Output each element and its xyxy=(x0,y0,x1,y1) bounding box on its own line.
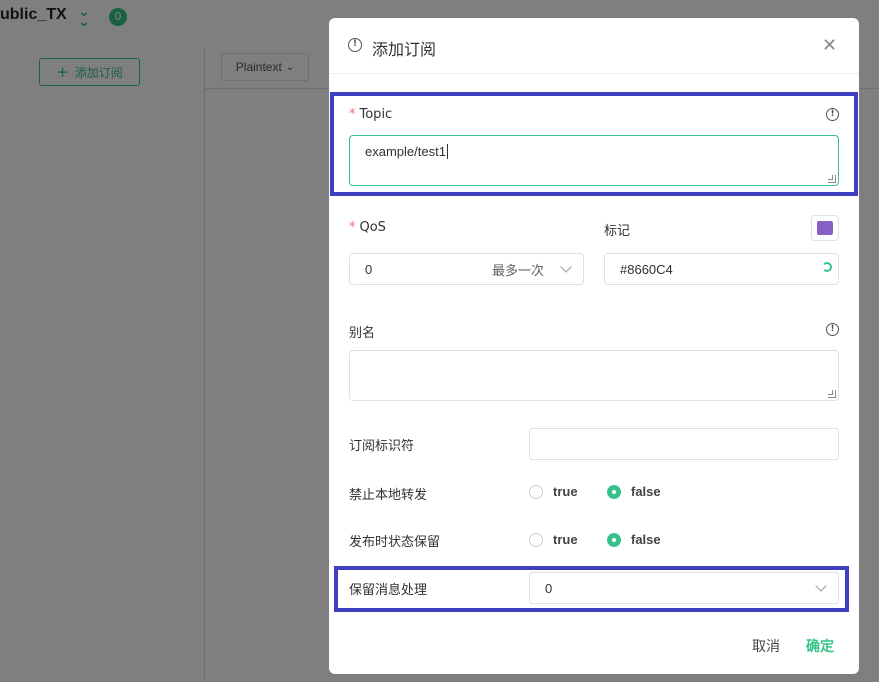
radio-button[interactable] xyxy=(529,484,543,499)
mark-color-input[interactable]: #8660C4 xyxy=(604,253,839,285)
retain-handling-select[interactable]: 0 xyxy=(529,572,839,604)
topic-info-icon[interactable]: ! xyxy=(826,108,839,121)
subscription-identifier-input[interactable] xyxy=(529,428,839,460)
color-picker[interactable] xyxy=(811,215,839,241)
retain-handling-label: 保留消息处理 xyxy=(349,583,428,598)
alias-label: 别名 xyxy=(349,326,376,341)
topic-input[interactable]: example/test1 xyxy=(349,135,839,186)
radio-button-selected[interactable] xyxy=(607,532,621,547)
required-asterisk: * xyxy=(349,220,356,235)
dialog-title: 添加订阅 xyxy=(372,40,437,59)
required-asterisk: * xyxy=(349,107,356,122)
qos-select[interactable]: 0 xyxy=(349,253,584,285)
qos-option-label: 最多一次 xyxy=(492,264,545,279)
dialog-header: ! 添加订阅 ✕ xyxy=(329,18,859,74)
close-icon[interactable]: ✕ xyxy=(822,35,837,56)
radio-button[interactable] xyxy=(529,532,543,547)
watermark: CSDN @时光の尘 xyxy=(745,658,859,674)
no-local-true-radio[interactable]: true xyxy=(529,484,578,499)
add-subscription-dialog: ! 添加订阅 ✕ * Topic ! example/test1 * QoS 0 最… xyxy=(329,18,859,674)
radio-button-selected[interactable] xyxy=(607,484,621,499)
radio-label: false xyxy=(631,484,661,499)
no-local-false-radio[interactable]: false xyxy=(607,484,661,499)
topic-label: * Topic xyxy=(349,107,392,122)
alias-info-icon[interactable]: ! xyxy=(826,323,839,336)
color-swatch xyxy=(817,221,833,235)
cancel-button[interactable]: 取消 xyxy=(752,636,780,656)
qos-value: 0 xyxy=(365,261,373,277)
radio-label: true xyxy=(553,532,578,547)
refresh-icon[interactable] xyxy=(822,262,832,272)
confirm-button[interactable]: 确定 xyxy=(806,636,834,656)
retain-handling-value: 0 xyxy=(545,580,553,596)
retain-as-published-false-radio[interactable]: false xyxy=(607,532,661,547)
resize-handle[interactable] xyxy=(828,175,836,183)
mark-label: 标记 xyxy=(604,224,631,239)
qos-label-text: QoS xyxy=(359,220,386,235)
subscription-identifier-label: 订阅标识符 xyxy=(349,439,415,454)
radio-label: true xyxy=(553,484,578,499)
retain-as-published-true-radio[interactable]: true xyxy=(529,532,578,547)
info-icon: ! xyxy=(348,38,362,52)
topic-input-value: example/test1 xyxy=(365,144,446,159)
topic-label-text: Topic xyxy=(359,107,393,122)
qos-label: * QoS xyxy=(349,220,386,235)
resize-handle[interactable] xyxy=(828,390,836,398)
retain-as-published-label: 发布时状态保留 xyxy=(349,535,441,550)
alias-input[interactable] xyxy=(349,350,839,401)
no-local-label: 禁止本地转发 xyxy=(349,488,428,503)
radio-label: false xyxy=(631,532,661,547)
mark-color-value: #8660C4 xyxy=(620,261,673,277)
text-cursor xyxy=(446,144,448,159)
